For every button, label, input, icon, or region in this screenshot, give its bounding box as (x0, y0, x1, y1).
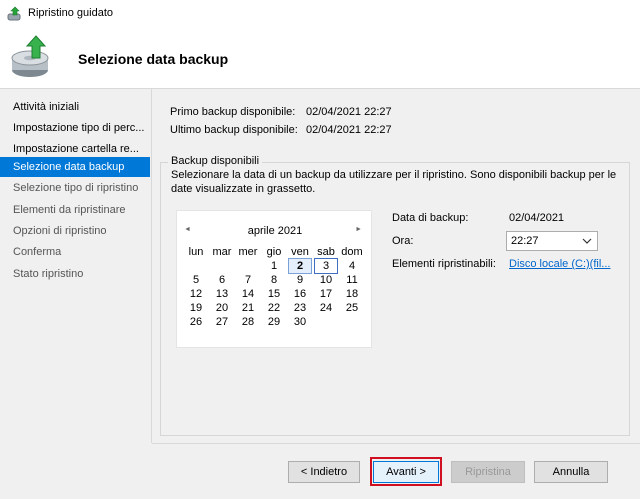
calendar-day[interactable]: 16 (287, 287, 313, 301)
footer-divider (152, 443, 640, 444)
nav-step-conferma: Conferma (13, 246, 62, 258)
calendar-day[interactable]: 15 (261, 287, 287, 301)
calendar-day[interactable]: 27 (209, 315, 235, 329)
calendar-day[interactable]: 29 (261, 315, 287, 329)
calendar-week-row: 19 20 21 22 23 24 25 (177, 301, 373, 315)
weekday-label: dom (341, 246, 363, 258)
calendar-day[interactable]: 12 (183, 287, 209, 301)
calendar-day[interactable]: 19 (183, 301, 209, 315)
backup-date-value: 02/04/2021 (509, 212, 565, 224)
calendar-day[interactable]: 8 (261, 273, 287, 287)
calendar-day[interactable]: 30 (287, 315, 313, 329)
calendar-day[interactable]: 9 (287, 273, 313, 287)
calendar-day[interactable]: 1 (261, 259, 287, 273)
nav-step-tipo-percorso[interactable]: Impostazione tipo di perc... (0, 118, 150, 138)
calendar-day[interactable]: 5 (183, 273, 209, 287)
nav-step-stato: Stato ripristino (13, 268, 84, 280)
calendar-day[interactable]: 11 (339, 273, 365, 287)
wizard-header: Selezione data backup (0, 28, 640, 89)
next-month-icon[interactable]: ► (355, 226, 362, 233)
calendar-weekday-row: lun mar mer gio ven sab dom (177, 245, 373, 259)
calendar-week-row: 12 13 14 15 16 17 18 (177, 287, 373, 301)
first-backup-value: 02/04/2021 22:27 (306, 106, 392, 118)
calendar-day[interactable]: 26 (183, 315, 209, 329)
calendar-day-selected[interactable]: 2 (288, 258, 312, 274)
last-backup-label: Ultimo backup disponibile: (170, 124, 298, 136)
calendar-month[interactable]: aprile 2021 (177, 225, 373, 237)
back-button[interactable]: < Indietro (288, 461, 360, 483)
backup-date-label: Data di backup: (392, 212, 469, 224)
next-button-highlight (370, 457, 442, 486)
chevron-down-icon (582, 234, 592, 251)
window-titlebar: Ripristino guidato (0, 0, 640, 29)
nav-step-attivita-iniziali[interactable]: Attività iniziali (0, 97, 150, 117)
calendar-day[interactable]: 7 (235, 273, 261, 287)
weekday-label: mar (212, 246, 232, 258)
vertical-divider (151, 89, 152, 443)
calendar-week-row: 1 2 3 4 (177, 258, 373, 274)
recoverable-items-label: Elementi ripristinabili: (392, 258, 496, 270)
calendar-day[interactable]: 13 (209, 287, 235, 301)
page-title: Selezione data backup (78, 51, 229, 67)
recoverable-items-link[interactable]: Disco locale (C:)(fil... (509, 258, 610, 270)
calendar-day[interactable]: 23 (287, 301, 313, 315)
window-title: Ripristino guidato (28, 7, 113, 19)
calendar-day[interactable]: 28 (235, 315, 261, 329)
nav-step-elementi: Elementi da ripristinare (13, 204, 126, 216)
group-legend: Backup disponibili (168, 155, 263, 167)
backup-calendar[interactable]: ◄ aprile 2021 ► lun mar mer gio ven sab … (176, 210, 372, 348)
calendar-day[interactable]: 24 (313, 301, 339, 315)
time-label: Ora: (392, 235, 414, 247)
backup-restore-icon (7, 6, 23, 22)
restore-button: Ripristina (451, 461, 525, 483)
weekday-label: ven (291, 246, 309, 258)
weekday-label: lun (188, 246, 204, 258)
nav-step-tipo-ripristino: Selezione tipo di ripristino (13, 182, 139, 194)
calendar-day[interactable]: 14 (235, 287, 261, 301)
calendar-week-row: 26 27 28 29 30 (177, 315, 373, 329)
calendar-day[interactable]: 10 (313, 273, 339, 287)
calendar-day[interactable]: 18 (339, 287, 365, 301)
nav-step-cartella[interactable]: Impostazione cartella re... (0, 139, 150, 159)
group-description: Selezionare la data di un backup da util… (171, 169, 617, 195)
nav-step-selezione-data[interactable]: Selezione data backup (0, 157, 150, 177)
wizard-steps-nav: Attività iniziali Impostazione tipo di p… (0, 89, 150, 499)
calendar-day-today[interactable]: 3 (314, 258, 338, 274)
calendar-day[interactable]: 22 (261, 301, 287, 315)
nav-step-opzioni: Opzioni di ripristino (13, 225, 107, 237)
weekday-label: gio (266, 246, 282, 258)
calendar-day[interactable]: 21 (235, 301, 261, 315)
calendar-day[interactable]: 20 (209, 301, 235, 315)
calendar-day[interactable]: 6 (209, 273, 235, 287)
time-dropdown-value: 22:27 (511, 235, 539, 247)
calendar-day[interactable]: 4 (339, 259, 365, 273)
calendar-day[interactable]: 25 (339, 301, 365, 315)
last-backup-value: 02/04/2021 22:27 (306, 124, 392, 136)
calendar-day[interactable]: 17 (313, 287, 339, 301)
weekday-label: mer (238, 246, 258, 258)
first-backup-label: Primo backup disponibile: (170, 106, 296, 118)
disk-restore-icon (8, 32, 58, 82)
time-dropdown[interactable]: 22:27 (506, 231, 598, 251)
weekday-label: sab (317, 246, 335, 258)
calendar-week-row: 5 6 7 8 9 10 11 (177, 273, 373, 287)
cancel-button[interactable]: Annulla (534, 461, 608, 483)
